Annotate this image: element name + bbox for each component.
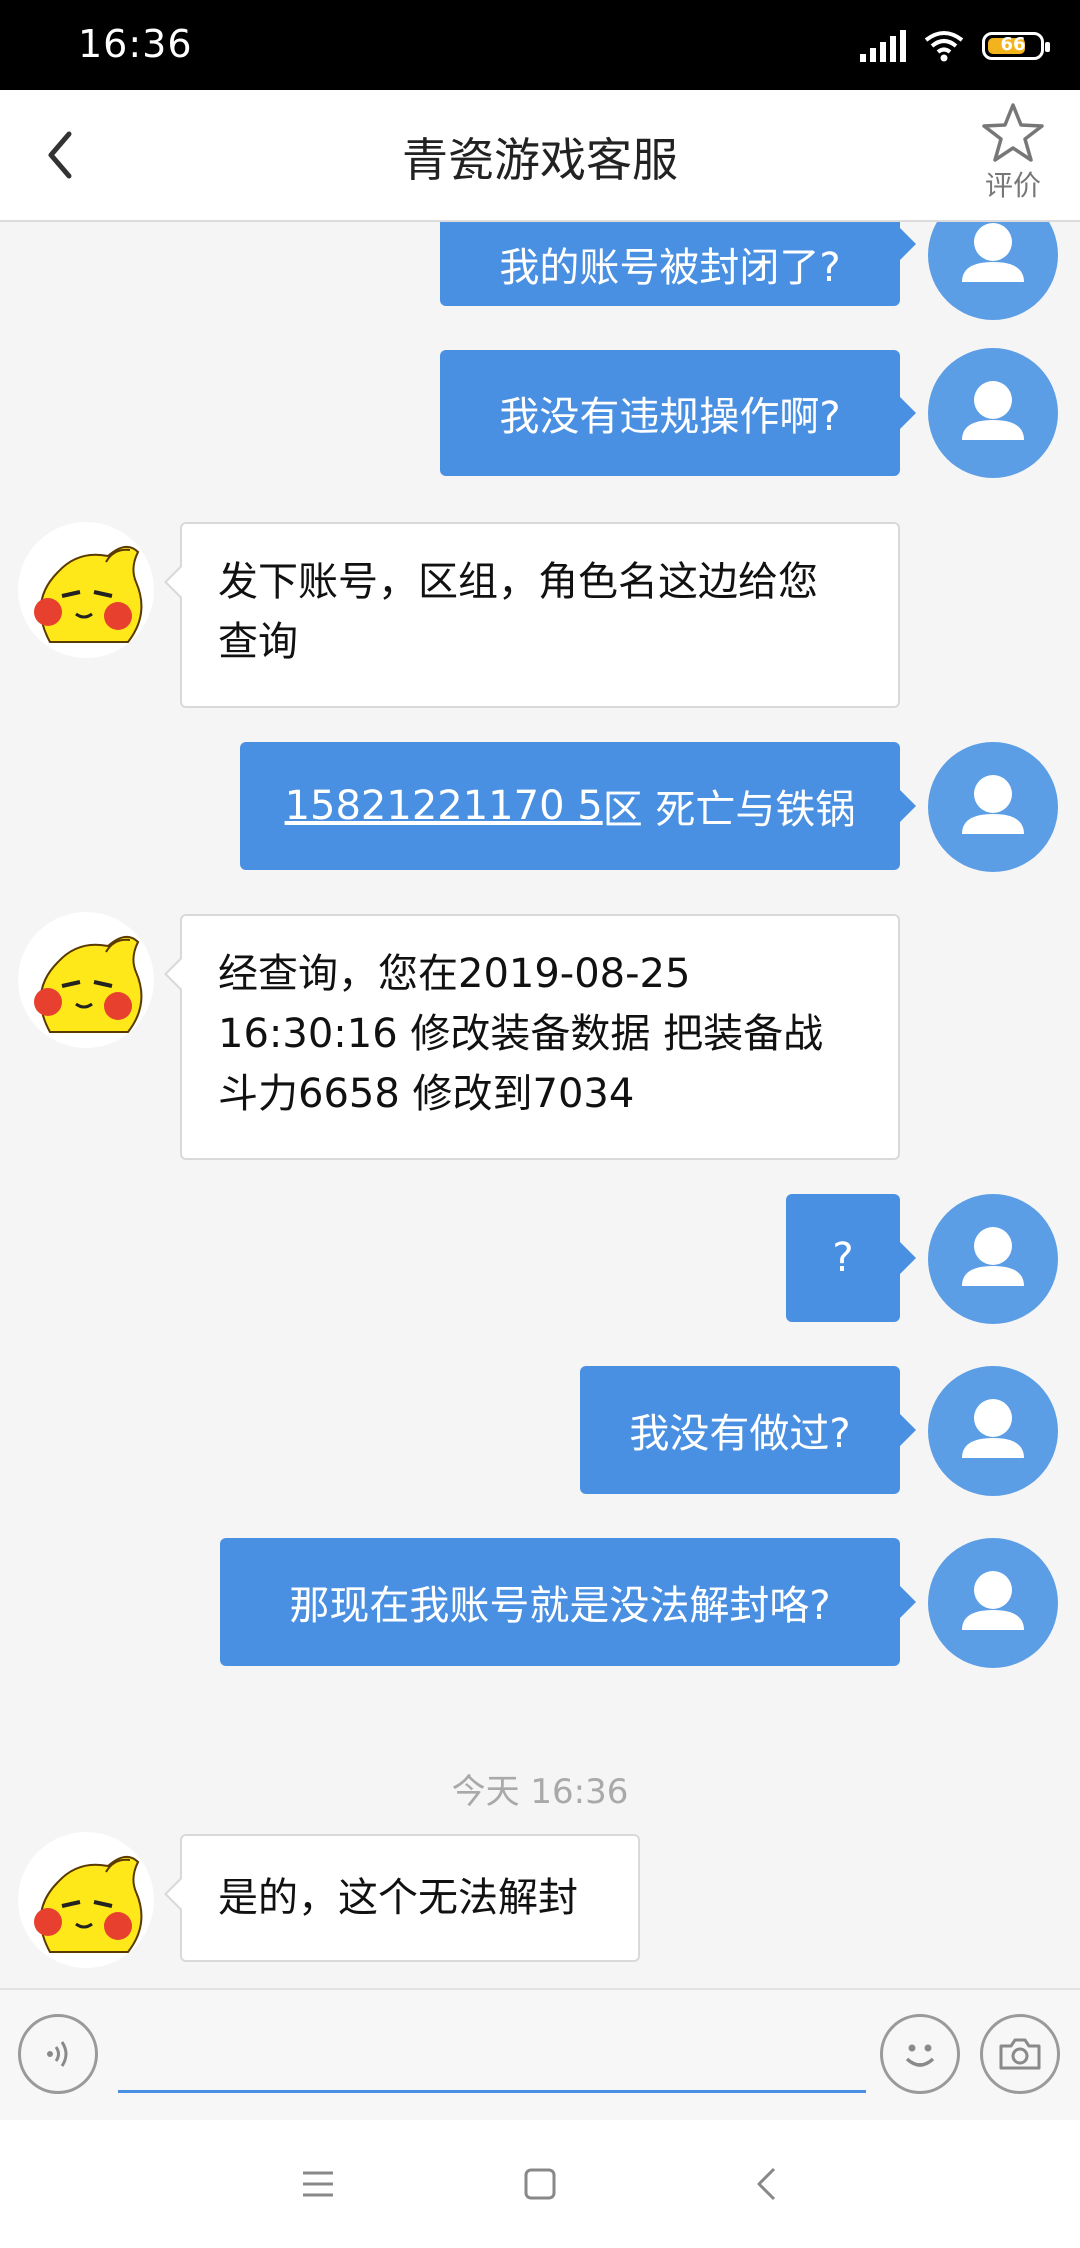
emoji-icon <box>905 2044 935 2067</box>
message-text-line: 经查询，您在2019-08-25 <box>218 951 691 997</box>
home-nav-button[interactable] <box>510 2154 570 2214</box>
pikachu-avatar-icon <box>34 935 143 1033</box>
outgoing-message[interactable]: 我的账号被封闭了? <box>440 222 916 306</box>
message-text: 我没有违规操作啊? <box>499 394 841 440</box>
user-avatar[interactable] <box>928 222 1058 320</box>
incoming-message[interactable]: 发下账号，区组，角色名这边给您 查询 <box>164 522 900 708</box>
agent-avatar[interactable] <box>18 522 154 658</box>
incoming-message[interactable]: 经查询，您在2019-08-25 16:30:16 修改装备数据 把装备战 斗力… <box>164 914 900 1160</box>
status-bar: 16:36 66 <box>0 0 1080 90</box>
signal-icon <box>860 30 906 62</box>
message-text-line: 16:30:16 修改装备数据 把装备战 <box>218 1011 824 1057</box>
star-icon <box>982 103 1044 162</box>
outgoing-message[interactable]: 那现在我账号就是没法解封咯? <box>220 1538 916 1666</box>
message-input[interactable] <box>118 2010 866 2093</box>
message-text: ? <box>832 1235 854 1281</box>
message-text: 区 死亡与铁锅 <box>602 787 856 833</box>
message-text-line: 发下账号，区组，角色名这边给您 <box>218 559 818 605</box>
user-icon <box>962 1227 1024 1286</box>
message-text-line: 是的，这个无法解封 <box>218 1875 578 1921</box>
user-avatar[interactable] <box>928 1538 1058 1668</box>
back-nav-button[interactable] <box>736 2154 796 2214</box>
message-timestamp: 今天 16:36 <box>451 1772 629 1812</box>
chat-header: 青瓷游戏客服 评价 <box>0 90 1080 222</box>
system-nav-bar <box>0 2120 1080 2248</box>
message-text: 那现在我账号就是没法解封咯? <box>289 1583 831 1629</box>
outgoing-message[interactable]: 我没有违规操作啊? <box>440 350 916 476</box>
account-link[interactable]: 15821221170 5 <box>285 783 603 829</box>
battery-icon: 66 <box>982 32 1050 60</box>
rate-label: 评价 <box>984 169 1041 202</box>
user-icon <box>962 223 1024 282</box>
message-text: 我没有做过? <box>629 1411 851 1457</box>
camera-icon <box>999 2038 1041 2070</box>
user-avatar[interactable] <box>928 1194 1058 1324</box>
menu-icon <box>303 2171 333 2197</box>
message-text-line: 查询 <box>218 619 298 665</box>
battery-level: 66 <box>1000 34 1026 55</box>
camera-button[interactable] <box>980 2014 1060 2094</box>
user-avatar[interactable] <box>928 742 1058 872</box>
status-icons: 66 <box>860 26 1050 66</box>
menu-nav-button[interactable] <box>288 2154 348 2214</box>
agent-avatar[interactable] <box>18 1832 154 1968</box>
wifi-icon <box>924 31 964 62</box>
user-icon <box>962 381 1024 440</box>
user-icon <box>962 1399 1024 1458</box>
pikachu-avatar-icon <box>34 545 143 643</box>
outgoing-message[interactable]: 我没有做过? <box>580 1366 916 1494</box>
chat-messages[interactable]: 我的账号被封闭了? 我没有违规操作啊? 发下账号，区组，角色名这边给您 查询 1… <box>0 222 1080 1988</box>
page-title: 青瓷游戏客服 <box>402 133 678 187</box>
rate-button[interactable]: 评价 <box>968 102 1058 204</box>
message-text: 我的账号被封闭了? <box>499 245 841 291</box>
user-icon <box>962 1571 1024 1630</box>
message-text-line: 斗力6658 修改到7034 <box>218 1071 635 1117</box>
outgoing-message[interactable]: 15821221170 5区 死亡与铁锅 <box>240 742 916 870</box>
user-avatar[interactable] <box>928 348 1058 478</box>
voice-button[interactable] <box>18 2014 98 2094</box>
incoming-message[interactable]: 是的，这个无法解封 <box>164 1834 640 1962</box>
home-square-icon <box>524 2168 556 2200</box>
user-avatar[interactable] <box>928 1366 1058 1496</box>
message-input-bar <box>0 1988 1080 2120</box>
emoji-button[interactable] <box>880 2014 960 2094</box>
back-triangle-icon <box>757 2167 776 2201</box>
voice-icon <box>47 2041 68 2067</box>
outgoing-message[interactable]: ? <box>786 1194 916 1322</box>
user-icon <box>962 775 1024 834</box>
status-time: 16:36 <box>78 22 193 66</box>
pikachu-avatar-icon <box>34 1855 143 1953</box>
agent-avatar[interactable] <box>18 912 154 1048</box>
